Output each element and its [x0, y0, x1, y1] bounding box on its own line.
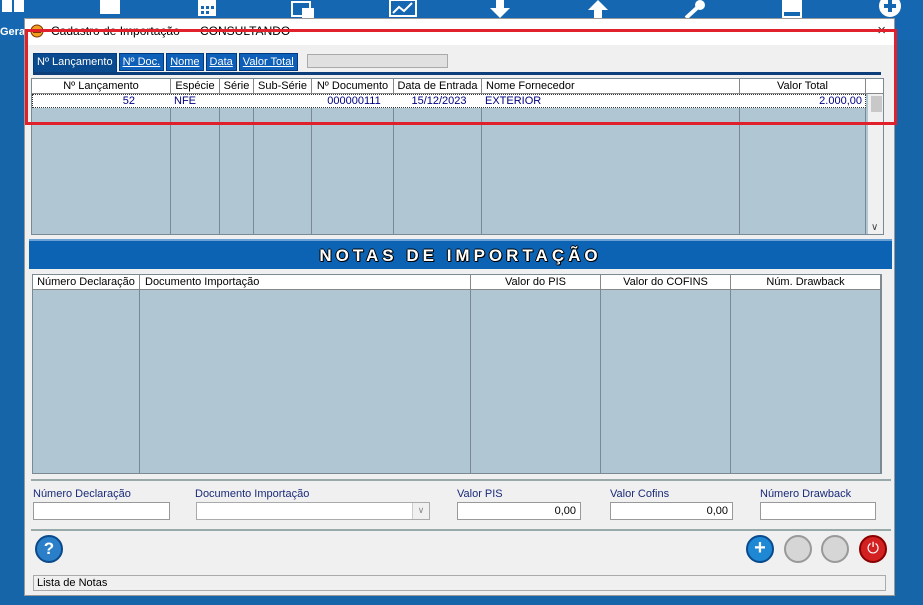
- toolbar-label: Gera: [0, 26, 26, 38]
- header-valor-pis[interactable]: Valor do PIS: [471, 275, 601, 290]
- numero-declaracao-label: Número Declaração: [33, 488, 131, 500]
- close-button[interactable]: ×: [877, 22, 886, 39]
- header-sub-serie[interactable]: Sub-Série: [254, 79, 312, 94]
- section-banner: NOTAS DE IMPORTAÇÃO: [29, 239, 892, 269]
- document-icon[interactable]: [96, 0, 124, 18]
- add-button[interactable]: +: [746, 535, 774, 563]
- status-text: Lista de Notas: [37, 577, 108, 589]
- chart-icon[interactable]: [389, 0, 417, 18]
- add-circle-icon[interactable]: [876, 0, 904, 18]
- numero-drawback-field[interactable]: [760, 502, 876, 520]
- calculator-icon[interactable]: [194, 0, 222, 18]
- header-documento[interactable]: Nº Documento: [312, 79, 394, 94]
- section-title: NOTAS DE IMPORTAÇÃO: [319, 246, 602, 265]
- divider: [31, 479, 891, 481]
- tab-nome[interactable]: Nome: [166, 53, 204, 71]
- notes-grid[interactable]: Nº Lançamento Espécie Série Sub-Série Nº…: [31, 78, 884, 235]
- valor-pis-label: Valor PIS: [457, 488, 503, 500]
- download-icon[interactable]: [486, 0, 514, 18]
- cell-lancamento: 52: [122, 95, 135, 107]
- numero-drawback-label: Número Drawback: [760, 488, 852, 500]
- window-status: CONSULTANDO: [200, 24, 291, 38]
- cell-especie: NFE: [174, 95, 196, 107]
- header-valor-cofins[interactable]: Valor do COFINS: [601, 275, 731, 290]
- sort-tabs: Nº Lançamento Nº Doc. Nome Data Valor To…: [33, 53, 300, 73]
- cell-serie: [221, 95, 255, 108]
- grid-header: Nº Lançamento Espécie Série Sub-Série Nº…: [32, 79, 883, 94]
- exit-button[interactable]: ⏻: [859, 535, 887, 563]
- header-data-entrada[interactable]: Data de Entrada: [394, 79, 482, 94]
- grid-column: [471, 275, 601, 473]
- header-valor-total[interactable]: Valor Total: [740, 79, 866, 94]
- save-button: [784, 535, 812, 563]
- tab-divider: [33, 72, 881, 75]
- cancel-button: [821, 535, 849, 563]
- header-documento-importacao[interactable]: Documento Importação: [140, 275, 471, 290]
- grid-header: Número Declaração Documento Importação V…: [33, 275, 881, 290]
- tab-valor-total[interactable]: Valor Total: [238, 53, 298, 71]
- vertical-scrollbar[interactable]: ∨: [868, 94, 883, 234]
- grid-column: [140, 275, 471, 473]
- users-icon[interactable]: [0, 0, 28, 18]
- detail-fields: Número Declaração Documento Importação ∨…: [25, 485, 894, 525]
- header-serie[interactable]: Série: [220, 79, 254, 94]
- cell-documento: 000000111: [327, 95, 381, 107]
- documento-importacao-label: Documento Importação: [195, 488, 310, 500]
- scroll-thumb[interactable]: [871, 96, 882, 112]
- tab-data[interactable]: Data: [205, 53, 237, 71]
- tab-search-input[interactable]: [307, 54, 448, 68]
- cell-sub-serie: [255, 95, 313, 108]
- tab-lancamento[interactable]: Nº Lançamento: [33, 53, 117, 73]
- header-fornecedor[interactable]: Nome Fornecedor: [482, 79, 740, 94]
- valor-cofins-label: Valor Cofins: [610, 488, 670, 500]
- cell-data-entrada: 15/12/2023: [411, 95, 467, 107]
- upload-icon[interactable]: [584, 0, 612, 18]
- statusbar: Lista de Notas: [33, 575, 886, 591]
- calendar-calculator-icon[interactable]: [290, 0, 318, 18]
- divider: [31, 529, 891, 531]
- header-num-drawback[interactable]: Núm. Drawback: [731, 275, 881, 290]
- valor-pis-field[interactable]: 0,00: [457, 502, 581, 520]
- tab-documento[interactable]: Nº Doc.: [118, 53, 165, 71]
- import-notes-grid[interactable]: Número Declaração Documento Importação V…: [32, 274, 882, 474]
- chevron-down-icon[interactable]: ∨: [871, 222, 878, 233]
- header-numero-declaracao[interactable]: Número Declaração: [33, 275, 140, 290]
- header-lancamento[interactable]: Nº Lançamento: [32, 79, 171, 94]
- numero-declaracao-field[interactable]: [33, 502, 170, 520]
- table-row[interactable]: 52 NFE 000000111 15/12/2023 EXTERIOR 2.0…: [32, 94, 866, 108]
- chevron-down-icon[interactable]: ∨: [412, 503, 429, 519]
- window-title: Cadastro de Importação: [51, 24, 180, 38]
- header-especie[interactable]: Espécie: [171, 79, 220, 94]
- documento-importacao-select[interactable]: ∨: [196, 502, 430, 520]
- import-window: Cadastro de Importação CONSULTANDO × Nº …: [24, 18, 895, 596]
- grid-column: [601, 275, 731, 473]
- cell-valor-total: 2.000,00: [819, 95, 862, 107]
- wrench-icon[interactable]: [680, 0, 708, 18]
- log-icon[interactable]: [778, 0, 806, 18]
- grid-column: [731, 275, 881, 473]
- grid-column: [33, 275, 140, 473]
- valor-cofins-field[interactable]: 0,00: [610, 502, 733, 520]
- cell-fornecedor: EXTERIOR: [485, 95, 542, 107]
- app-icon: [30, 24, 44, 38]
- help-button[interactable]: ?: [35, 535, 63, 563]
- window-titlebar: Cadastro de Importação CONSULTANDO ×: [25, 19, 894, 45]
